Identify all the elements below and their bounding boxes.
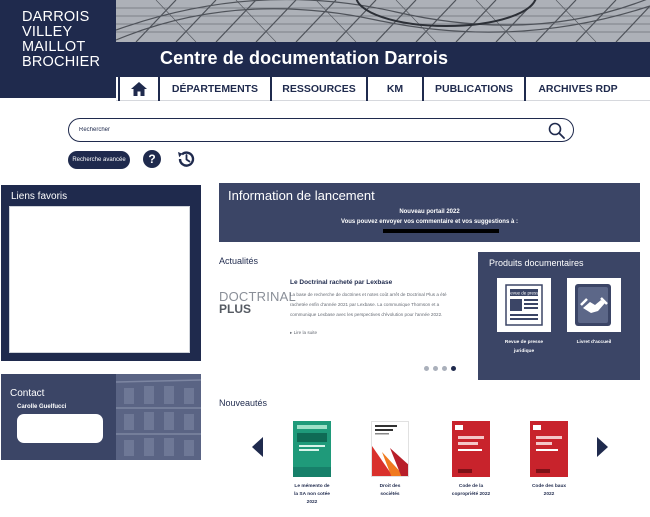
book-cover-memento[interactable]: [293, 421, 331, 477]
label-line: sociétés: [380, 492, 400, 497]
favorites-title: Liens favoris: [11, 191, 68, 202]
logo-line: BROCHIER: [22, 54, 101, 70]
press-review-tile[interactable]: Revue de presse: [497, 278, 551, 332]
book-label[interactable]: Code des baux 2022: [521, 483, 577, 499]
label-line: Code de la: [458, 484, 484, 489]
book-cover-code-copropriete[interactable]: [452, 421, 490, 477]
site-title: Centre de documentation Darrois: [160, 48, 449, 68]
label-line: 2022: [543, 492, 555, 497]
book-cover-art: [455, 425, 484, 473]
main-nav: DÉPARTEMENTS RESSOURCES KM PUBLICATIONS …: [116, 77, 650, 101]
firm-logo[interactable]: DARROIS VILLEY MAILLOT BROCHIER: [0, 0, 116, 98]
label-line: copropriété 2022: [451, 492, 491, 497]
products-panel: Produits documentaires Revue de presse R…: [478, 252, 640, 380]
book-cover-droit-societes[interactable]: [371, 421, 409, 477]
read-more-link[interactable]: ▸ Lire la suite: [290, 330, 317, 336]
header-banner-image: [116, 0, 650, 42]
launch-text: Vous pouvez envoyer vos commentaire et v…: [341, 219, 518, 225]
label-line: 2022: [306, 500, 318, 505]
title-bar: Centre de documentation Darrois: [116, 42, 650, 77]
favorites-list[interactable]: [9, 206, 190, 353]
contact-panel: Contact Carolle Guelfucci: [1, 374, 201, 460]
handshake-booklet-icon: [575, 284, 611, 326]
launch-title: Information de lancement: [228, 188, 375, 203]
label-line: juridique: [513, 349, 535, 354]
book-label[interactable]: Code de la copropriété 2022: [443, 483, 499, 499]
label-line: Revue de presse: [504, 340, 544, 345]
home-icon: [131, 82, 147, 96]
nav-km[interactable]: KM: [368, 77, 424, 101]
nav-home[interactable]: [118, 77, 160, 101]
products-title: Produits documentaires: [489, 258, 584, 268]
press-review-label[interactable]: Revue de presse juridique: [488, 338, 560, 356]
history-icon[interactable]: [176, 149, 196, 169]
logo-text: PLUS: [219, 302, 252, 316]
carousel-dot[interactable]: [424, 366, 429, 371]
contact-details-box: [17, 414, 103, 443]
news-title: Actualités: [219, 256, 259, 266]
carousel-dot[interactable]: [433, 366, 438, 371]
book-label[interactable]: Le mémento de la SA non cotée 2022: [284, 483, 340, 507]
book-label[interactable]: Droit des sociétés: [362, 483, 418, 499]
carousel-dots: [424, 366, 456, 371]
favorites-panel: Liens favoris: [1, 185, 201, 361]
carousel-dot-active[interactable]: [451, 366, 456, 371]
news-body: La base de recherche de doctrines et not…: [290, 292, 447, 317]
chevron-right-icon[interactable]: [596, 437, 608, 457]
label-line: Droit des: [379, 484, 401, 489]
launch-info-panel: Information de lancement Nouveau portail…: [219, 183, 640, 242]
advanced-search-button[interactable]: Recherche avancée: [68, 151, 130, 169]
search-bar: [68, 118, 574, 142]
logo-line: DARROIS: [22, 9, 90, 25]
book-cover-art: [293, 425, 331, 477]
doctrinal-plus-logo: DOCTRINAL PLUS: [219, 290, 296, 316]
logo-line: MAILLOT: [22, 39, 86, 55]
nav-archives-rdp[interactable]: ARCHIVES RDP: [526, 77, 630, 101]
help-icon[interactable]: ?: [143, 150, 161, 168]
book-cover-art: [533, 425, 562, 473]
chevron-left-icon[interactable]: [252, 437, 264, 457]
label-line: la SA non cotée: [294, 492, 330, 497]
welcome-booklet-label[interactable]: Livret d'accueil: [558, 338, 630, 347]
label-line: Le mémento de: [294, 484, 330, 489]
book-cover-art: [372, 425, 408, 476]
redacted-email: [383, 229, 499, 233]
search-icon[interactable]: [548, 122, 565, 139]
label-line: Code des baux: [531, 484, 567, 489]
search-input[interactable]: [79, 122, 539, 138]
launch-text: Nouveau portail 2022: [399, 209, 460, 215]
building-image: [116, 374, 201, 460]
tile-caption: Revue de presse: [507, 291, 542, 296]
nav-publications[interactable]: PUBLICATIONS: [424, 77, 526, 101]
news-headline[interactable]: Le Doctrinal racheté par Lexbase: [290, 279, 392, 286]
contact-name: Carolle Guelfucci: [17, 404, 67, 410]
carousel-dot[interactable]: [442, 366, 447, 371]
book-cover-code-baux[interactable]: [530, 421, 568, 477]
newspaper-icon: Revue de presse: [505, 284, 543, 326]
nav-departements[interactable]: DÉPARTEMENTS: [160, 77, 272, 101]
nav-ressources[interactable]: RESSOURCES: [272, 77, 368, 101]
contact-title: Contact: [10, 388, 45, 399]
new-items-title: Nouveautés: [219, 398, 268, 408]
logo-line: VILLEY: [22, 24, 73, 40]
welcome-booklet-tile[interactable]: [567, 278, 621, 332]
